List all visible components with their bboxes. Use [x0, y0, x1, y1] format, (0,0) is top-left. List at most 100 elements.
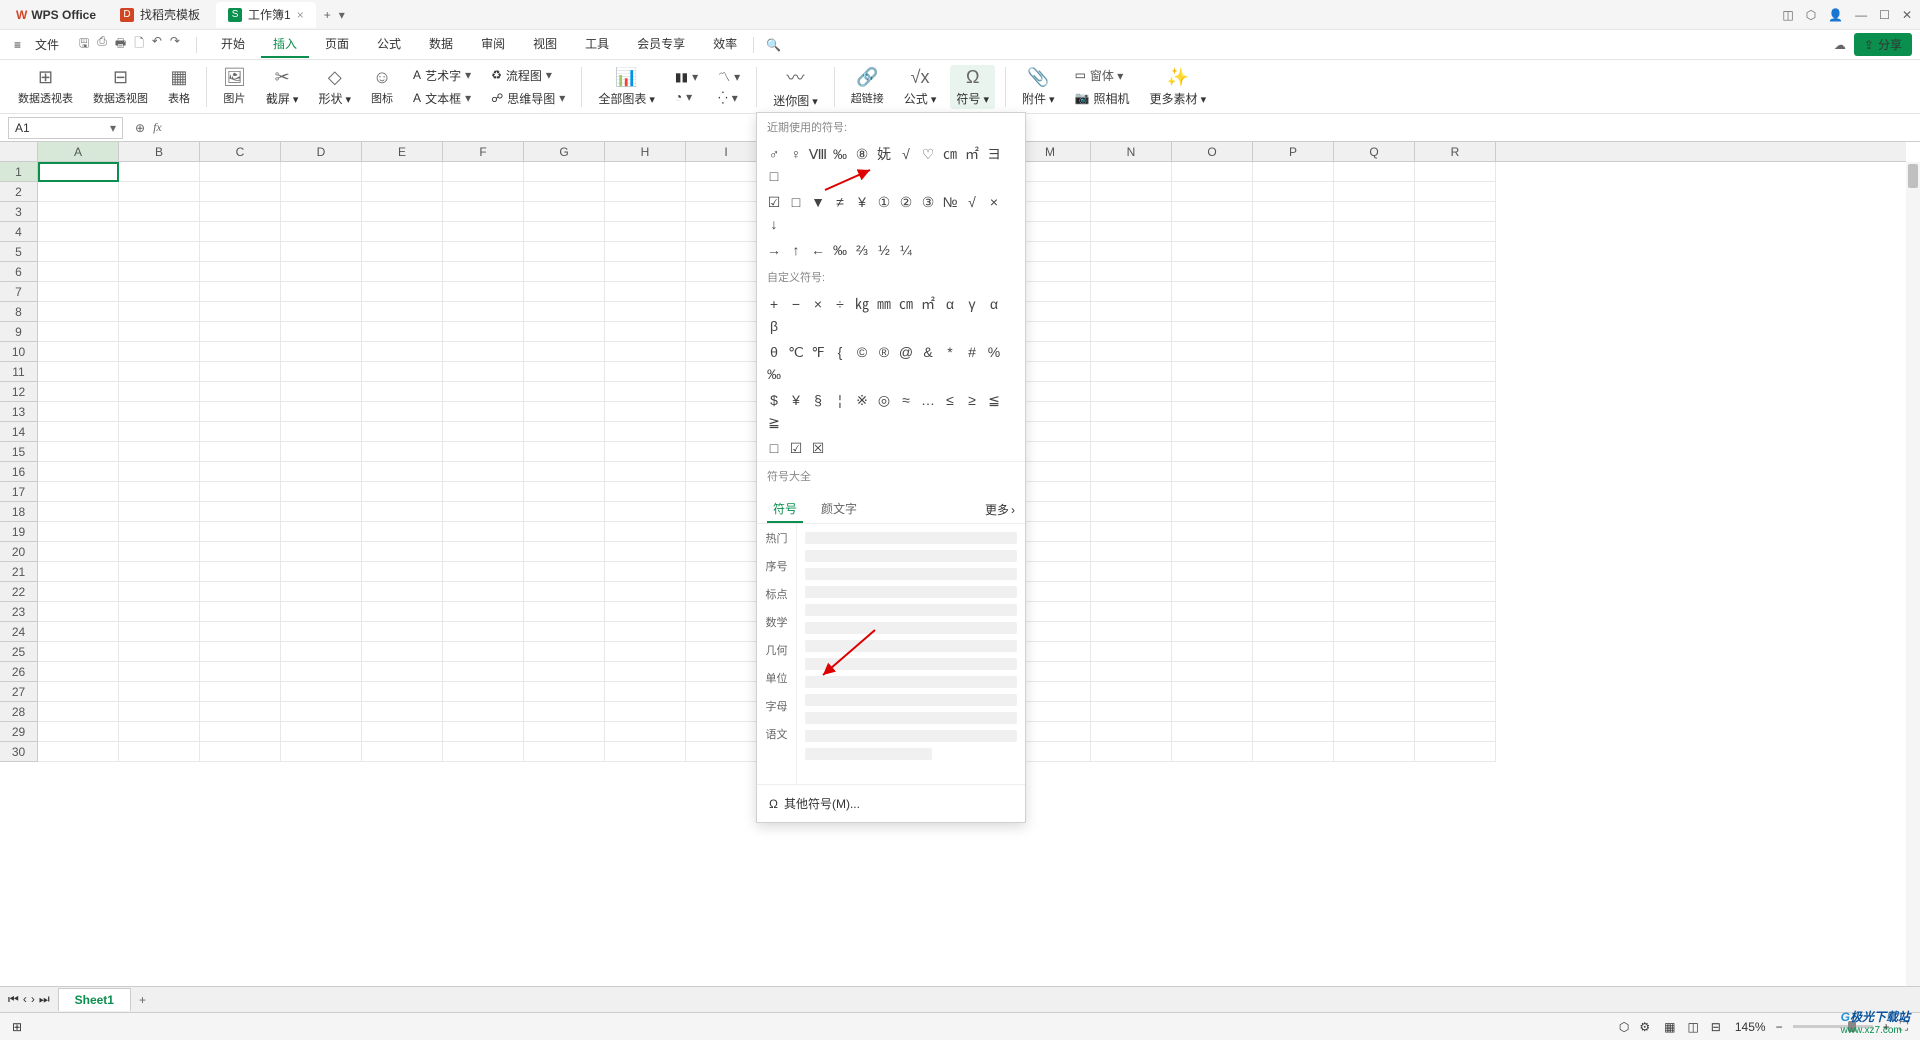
cell-B18[interactable] — [119, 502, 200, 522]
cell-N19[interactable] — [1091, 522, 1172, 542]
cell-P30[interactable] — [1253, 742, 1334, 762]
cell-G1[interactable] — [524, 162, 605, 182]
cell-F29[interactable] — [443, 722, 524, 742]
cell-D3[interactable] — [281, 202, 362, 222]
cell-E2[interactable] — [362, 182, 443, 202]
cell-C30[interactable] — [200, 742, 281, 762]
scrollbar-thumb[interactable] — [1908, 164, 1918, 188]
symbol-{[interactable]: { — [829, 341, 851, 363]
cell-B15[interactable] — [119, 442, 200, 462]
cell-Q26[interactable] — [1334, 662, 1415, 682]
cell-E23[interactable] — [362, 602, 443, 622]
cell-H17[interactable] — [605, 482, 686, 502]
col-header-B[interactable]: B — [119, 142, 200, 161]
cell-A20[interactable] — [38, 542, 119, 562]
cell-A26[interactable] — [38, 662, 119, 682]
cell-D12[interactable] — [281, 382, 362, 402]
cell-D19[interactable] — [281, 522, 362, 542]
cell-R4[interactable] — [1415, 222, 1496, 242]
row-header-9[interactable]: 9 — [0, 322, 37, 342]
row-header-27[interactable]: 27 — [0, 682, 37, 702]
cell-P19[interactable] — [1253, 522, 1334, 542]
select-all-corner[interactable] — [0, 142, 38, 162]
cell-B9[interactable] — [119, 322, 200, 342]
cell-G4[interactable] — [524, 222, 605, 242]
attachment-button[interactable]: 📎附件 ▾ — [1016, 65, 1061, 109]
cell-R9[interactable] — [1415, 322, 1496, 342]
cell-R6[interactable] — [1415, 262, 1496, 282]
symbol-→[interactable]: → — [763, 239, 785, 261]
cell-P9[interactable] — [1253, 322, 1334, 342]
search-icon[interactable]: 🔍 — [766, 38, 781, 52]
symbol-☑[interactable]: ☑ — [763, 191, 785, 213]
cell-O24[interactable] — [1172, 622, 1253, 642]
print-icon[interactable]: 🖶 — [115, 34, 126, 55]
cell-C13[interactable] — [200, 402, 281, 422]
cell-C7[interactable] — [200, 282, 281, 302]
pie-chart-button[interactable]: ◔ ▾ — [669, 88, 704, 106]
symbol-§[interactable]: § — [807, 389, 829, 411]
cell-E10[interactable] — [362, 342, 443, 362]
cell-H10[interactable] — [605, 342, 686, 362]
cell-E16[interactable] — [362, 462, 443, 482]
symbol-㎡[interactable]: ㎡ — [917, 293, 939, 315]
cell-H16[interactable] — [605, 462, 686, 482]
cell-H11[interactable] — [605, 362, 686, 382]
cell-F12[interactable] — [443, 382, 524, 402]
cell-O14[interactable] — [1172, 422, 1253, 442]
symbol-㎏[interactable]: ㎏ — [851, 293, 873, 315]
row-header-3[interactable]: 3 — [0, 202, 37, 222]
cell-F19[interactable] — [443, 522, 524, 542]
symbol-…[interactable]: … — [917, 389, 939, 411]
cell-I26[interactable] — [686, 662, 767, 682]
cell-C25[interactable] — [200, 642, 281, 662]
cell-O18[interactable] — [1172, 502, 1253, 522]
cell-N14[interactable] — [1091, 422, 1172, 442]
cell-C3[interactable] — [200, 202, 281, 222]
cell-D28[interactable] — [281, 702, 362, 722]
cell-H4[interactable] — [605, 222, 686, 242]
cell-Q20[interactable] — [1334, 542, 1415, 562]
symbol-□[interactable]: □ — [785, 191, 807, 213]
cell-O1[interactable] — [1172, 162, 1253, 182]
symbol-‰[interactable]: ‰ — [829, 239, 851, 261]
more-link[interactable]: 更多› — [985, 496, 1015, 523]
cell-I30[interactable] — [686, 742, 767, 762]
cell-B4[interactable] — [119, 222, 200, 242]
fx-expand-icon[interactable]: ⊕ — [135, 121, 145, 135]
cell-P28[interactable] — [1253, 702, 1334, 722]
cell-C14[interactable] — [200, 422, 281, 442]
cell-F9[interactable] — [443, 322, 524, 342]
cell-G5[interactable] — [524, 242, 605, 262]
cell-E15[interactable] — [362, 442, 443, 462]
sheet-last-icon[interactable]: ⏭ — [39, 992, 50, 1007]
cell-D6[interactable] — [281, 262, 362, 282]
cell-O21[interactable] — [1172, 562, 1253, 582]
cell-C12[interactable] — [200, 382, 281, 402]
cell-I1[interactable] — [686, 162, 767, 182]
symbol-category-语文[interactable]: 语文 — [757, 720, 796, 748]
cell-I11[interactable] — [686, 362, 767, 382]
cell-N21[interactable] — [1091, 562, 1172, 582]
name-box-dropdown-icon[interactable]: ▾ — [110, 121, 116, 135]
file-menu[interactable]: 文件 — [27, 32, 67, 57]
symbol-button[interactable]: Ω符号 ▾ — [950, 65, 995, 109]
cell-B6[interactable] — [119, 262, 200, 282]
symbol-≈[interactable]: ≈ — [895, 389, 917, 411]
cell-P11[interactable] — [1253, 362, 1334, 382]
cell-B22[interactable] — [119, 582, 200, 602]
cell-R13[interactable] — [1415, 402, 1496, 422]
cell-G28[interactable] — [524, 702, 605, 722]
cell-C9[interactable] — [200, 322, 281, 342]
cell-B12[interactable] — [119, 382, 200, 402]
cell-A6[interactable] — [38, 262, 119, 282]
redo-icon[interactable]: ↷ — [170, 34, 180, 55]
settings-icon[interactable]: ⚙ — [1639, 1020, 1650, 1034]
cell-H14[interactable] — [605, 422, 686, 442]
cell-Q21[interactable] — [1334, 562, 1415, 582]
cell-D18[interactable] — [281, 502, 362, 522]
row-header-30[interactable]: 30 — [0, 742, 37, 762]
cell-N17[interactable] — [1091, 482, 1172, 502]
cell-F1[interactable] — [443, 162, 524, 182]
cell-N7[interactable] — [1091, 282, 1172, 302]
